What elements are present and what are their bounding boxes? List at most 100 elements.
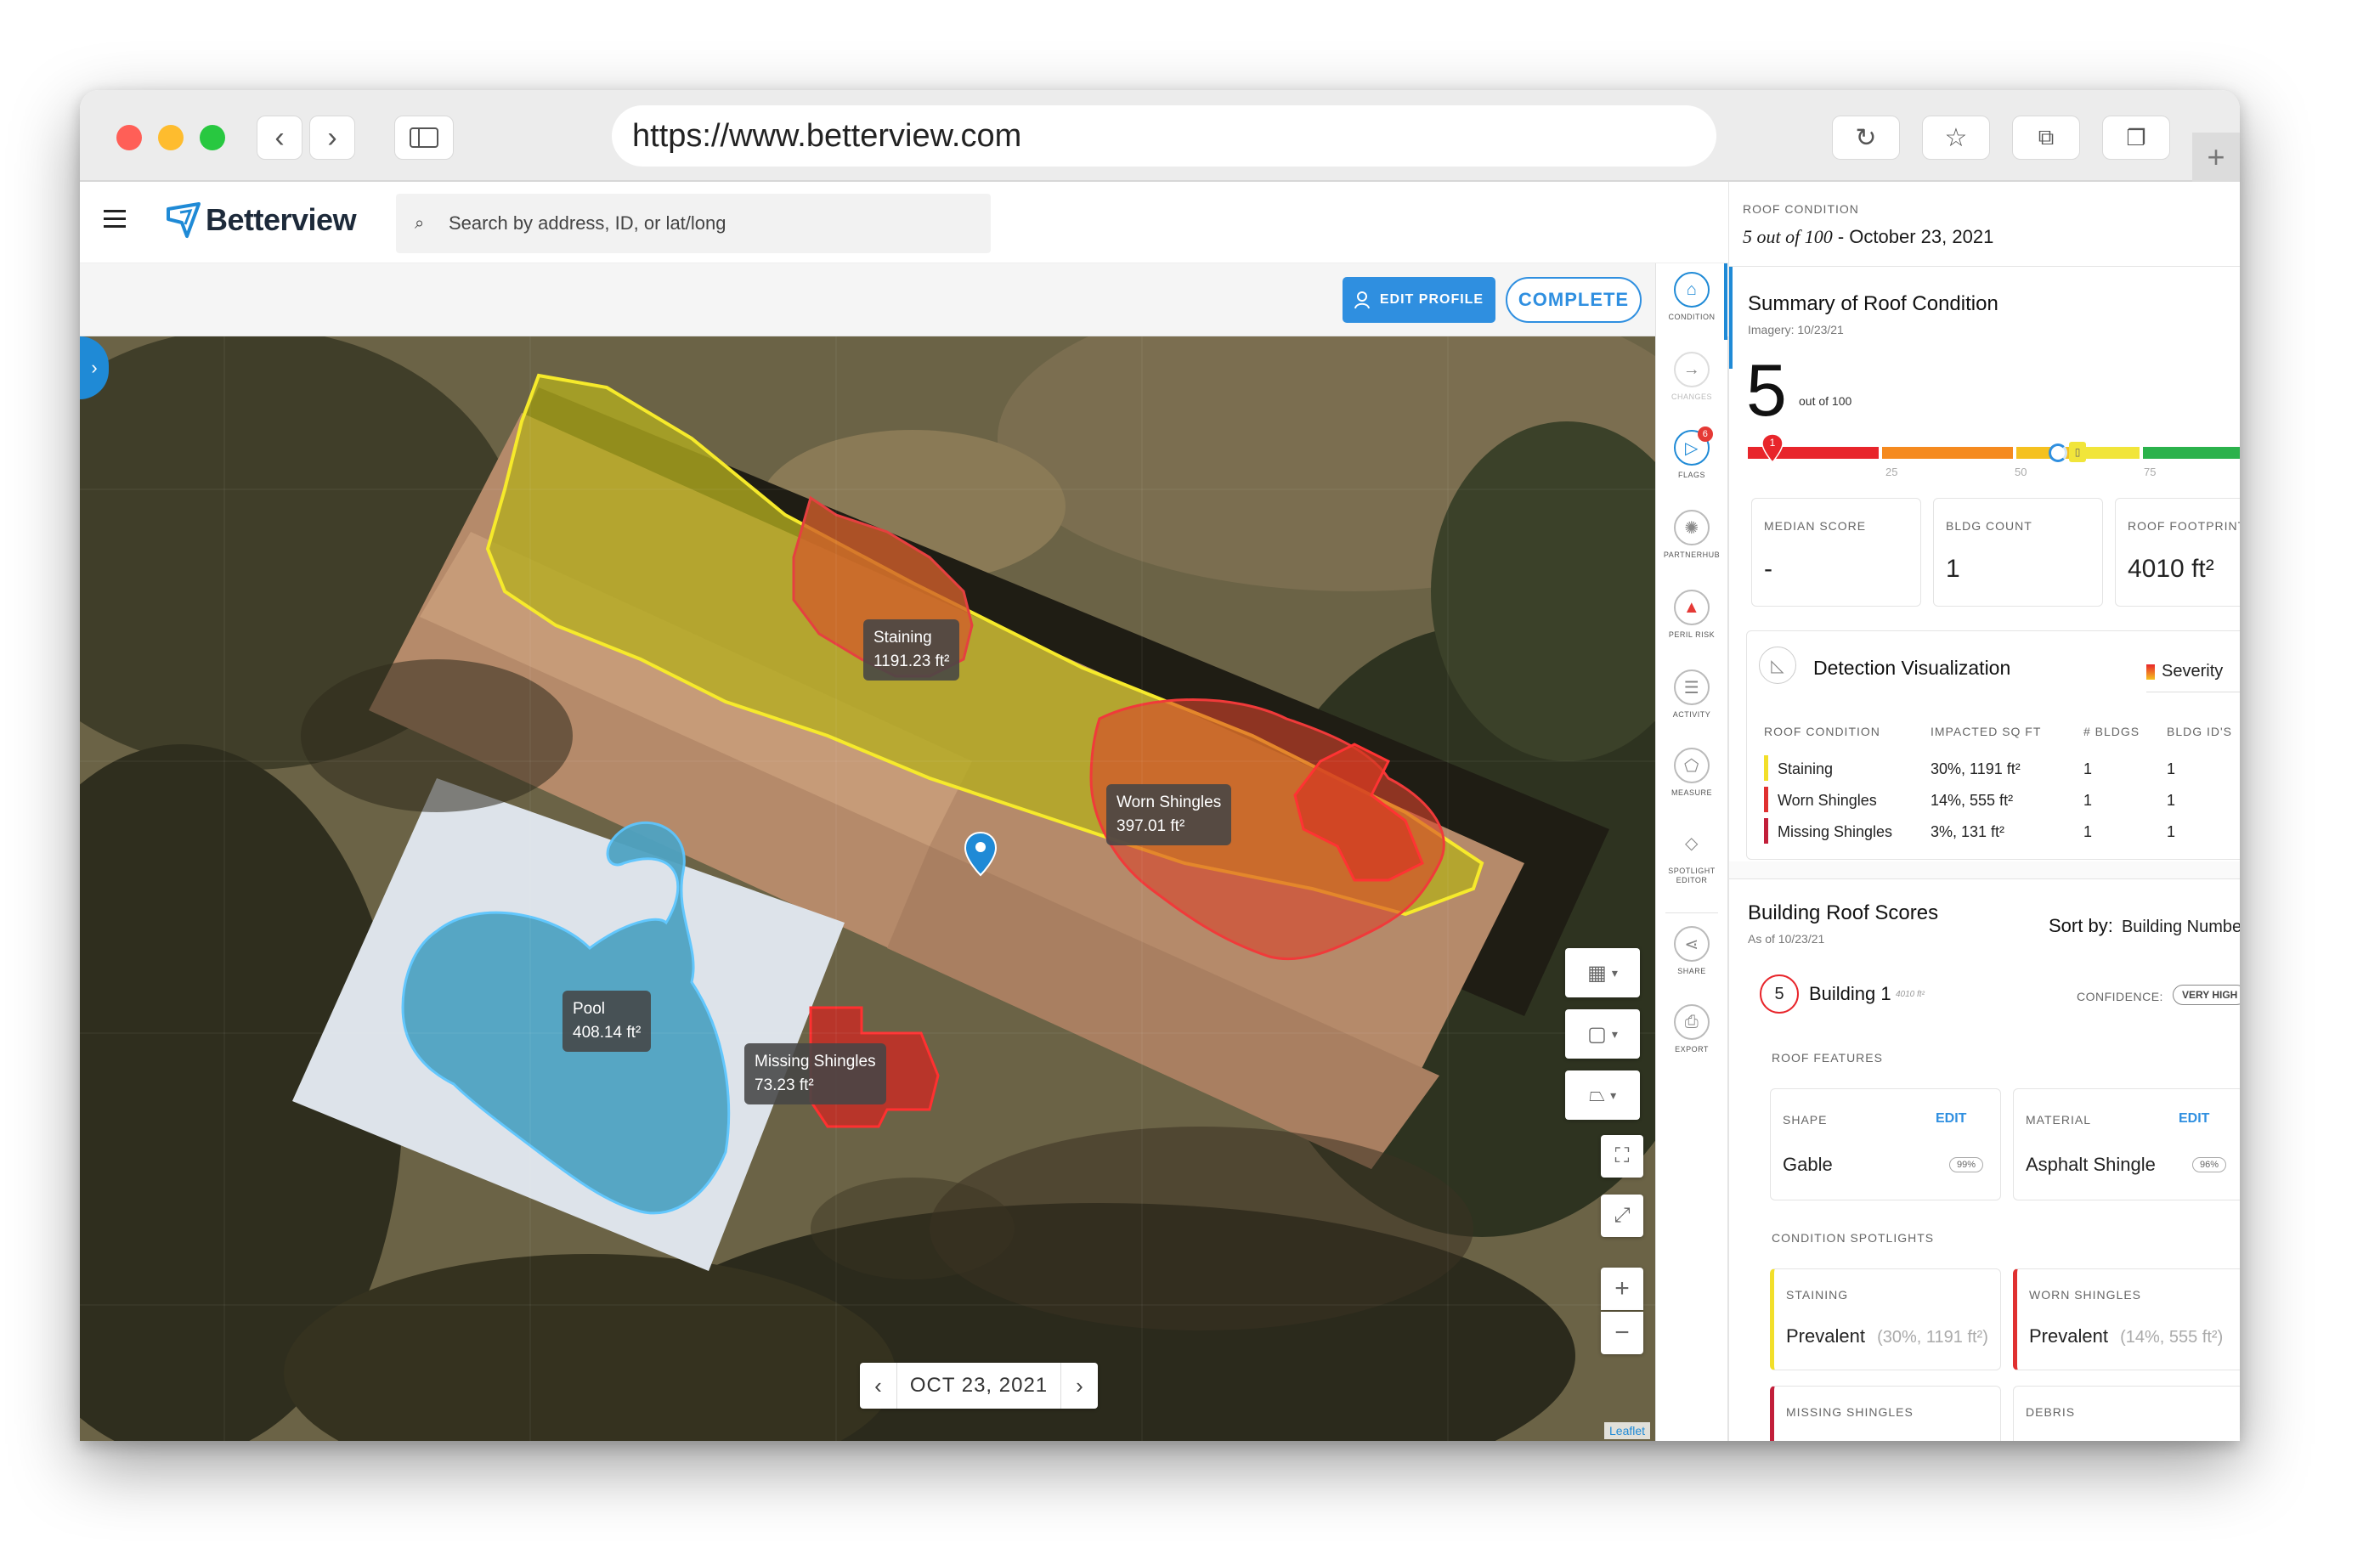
spotlight-staining[interactable]: STAINING Prevalent (30%, 1191 ft²) xyxy=(1770,1268,2001,1370)
stat-bldg-count: BLDG COUNT 1 xyxy=(1933,498,2103,607)
rail-peril-risk[interactable]: ▲ PERIL RISK xyxy=(1655,590,1728,639)
user-edit-icon xyxy=(1354,291,1370,309)
detection-row-staining[interactable]: Staining 30%, 1191 ft² 1 1 xyxy=(1764,755,2240,782)
minimize-window-button[interactable] xyxy=(158,125,184,150)
rail-flags[interactable]: ▷ 6 FLAGS xyxy=(1655,426,1728,479)
building-score-badge: 5 xyxy=(1760,974,1799,1014)
fullscreen-button[interactable]: ⤢ xyxy=(1601,1195,1643,1237)
reload-button[interactable]: ↻ xyxy=(1832,116,1900,160)
roof-score: 5 xyxy=(1746,350,1787,432)
panel-header-label: ROOF CONDITION xyxy=(1743,202,1859,216)
annotation-staining[interactable]: Staining 1191.23 ft² xyxy=(863,619,960,681)
row-impacted: 3%, 131 ft² xyxy=(1931,823,2005,840)
forward-button[interactable]: › xyxy=(309,116,355,160)
tool-rail-items: ⌂ CONDITION → CHANGES ▷ 6 FLAGS ✺ PARTNERHUB … xyxy=(1655,263,1728,1441)
annotation-pool[interactable]: Pool 408.14 ft² xyxy=(562,991,652,1052)
header-score: 5 out of 100 xyxy=(1743,226,1833,247)
chevron-right-icon: › xyxy=(327,121,337,154)
aerial-map[interactable]: › Staining 1191.23 ft² Worn Shingles 397… xyxy=(80,336,1655,1441)
menu-button[interactable] xyxy=(104,207,127,235)
feature-card-material: MATERIAL EDIT Asphalt Shingle 96% xyxy=(2013,1088,2240,1200)
feature-confidence: 96% xyxy=(2192,1157,2227,1172)
spotlights-title: CONDITION SPOTLIGHTS xyxy=(1772,1231,1935,1245)
severity-legend[interactable]: Severity xyxy=(2146,652,2240,692)
rail-activity[interactable]: ☰ ACTIVITY xyxy=(1655,669,1728,719)
feature-label: SHAPE xyxy=(1783,1113,1828,1127)
building-scores-title: Building Roof Scores xyxy=(1748,901,1939,924)
building-marker-icon: ▯ xyxy=(2069,442,2086,462)
detection-row-missing-shingles[interactable]: Missing Shingles 3%, 131 ft² 1 1 xyxy=(1764,818,2240,845)
sidebar-toggle-button[interactable] xyxy=(394,116,454,160)
score-suffix: out of 100 xyxy=(1799,394,1852,408)
rail-changes[interactable]: → CHANGES xyxy=(1655,352,1728,401)
imagery-date: Imagery: 10/23/21 xyxy=(1748,323,1844,336)
imagery-toggle-button[interactable]: ▢ ▾ xyxy=(1565,1009,1640,1059)
zoom-in-button[interactable]: + xyxy=(1601,1268,1643,1310)
col-header: # BLDGS xyxy=(2083,725,2140,738)
rail-label: PARTNERHUB xyxy=(1663,551,1721,559)
feature-value: Gable xyxy=(1783,1154,1833,1175)
maximize-window-button[interactable] xyxy=(200,125,225,150)
zoom-out-button[interactable]: − xyxy=(1601,1312,1643,1354)
close-window-button[interactable] xyxy=(116,125,142,150)
search-icon: ⌕ xyxy=(415,214,425,233)
spotlight-debris[interactable]: DEBRIS xyxy=(2013,1386,2240,1441)
annotation-label: Missing Shingles xyxy=(755,1053,876,1070)
spotlight-detail: (14%, 555 ft²) xyxy=(2120,1328,2224,1347)
feature-label: MATERIAL xyxy=(2026,1113,2091,1127)
sort-label: Sort by: xyxy=(2049,915,2113,936)
spotlight-worn-shingles[interactable]: WORN SHINGLES Prevalent (14%, 555 ft²) xyxy=(2013,1268,2240,1370)
spotlight-label: DEBRIS xyxy=(2026,1405,2076,1419)
map-attribution[interactable]: Leaflet xyxy=(1604,1422,1651,1439)
rail-partnerhub[interactable]: ✺ PARTNERHUB xyxy=(1655,510,1728,559)
annotation-area: 73.23 ft² xyxy=(755,1076,814,1094)
spotlight-status: Prevalent xyxy=(1786,1325,1865,1347)
row-condition: Missing Shingles xyxy=(1778,823,1893,840)
chevron-left-icon: ‹ xyxy=(874,1372,882,1398)
rail-export[interactable]: ⎙ EXPORT xyxy=(1655,1004,1728,1053)
tabs-button[interactable]: ❐ xyxy=(2102,116,2170,160)
back-button[interactable]: ‹ xyxy=(257,116,302,160)
edit-profile-button[interactable]: EDIT PROFILE xyxy=(1343,277,1495,323)
edit-shape-button[interactable]: EDIT xyxy=(1936,1111,1966,1127)
bookmark-button[interactable]: ☆ xyxy=(1922,116,1990,160)
annotation-area: 408.14 ft² xyxy=(573,1024,642,1042)
location-pin-icon[interactable] xyxy=(964,831,998,878)
score-marker-label: 1 xyxy=(1769,437,1776,449)
sort-control[interactable]: Sort by: Building Number xyxy=(2049,915,2240,937)
draw-shape-button[interactable]: ⏢ ▾ xyxy=(1565,1070,1640,1120)
edit-material-button[interactable]: EDIT xyxy=(2179,1111,2209,1127)
chevron-down-icon: ▾ xyxy=(1611,1026,1618,1041)
complete-button[interactable]: COMPLETE xyxy=(1506,277,1642,323)
annotation-label: Staining xyxy=(873,629,932,647)
rail-condition[interactable]: ⌂ CONDITION xyxy=(1655,272,1728,321)
layer-toggle-button[interactable]: ▦ ▾ xyxy=(1565,948,1640,997)
new-tab-button[interactable]: + xyxy=(2192,133,2240,182)
spotlight-value: Prevalent (30%, 1191 ft²) xyxy=(1786,1325,1988,1347)
house-icon: ⌂ xyxy=(1674,272,1710,308)
header-date: October 23, 2021 xyxy=(1849,226,1994,247)
previous-date-button[interactable]: ‹ xyxy=(860,1363,897,1409)
fullscreen-icon: ⤢ xyxy=(1614,1204,1631,1227)
severity-label: Severity xyxy=(2162,662,2224,681)
share-page-button[interactable]: ⧉ xyxy=(2012,116,2080,160)
url-bar[interactable]: https://www.betterview.com xyxy=(612,105,1716,167)
rail-share[interactable]: ⋖ SHARE xyxy=(1655,926,1728,975)
next-date-button[interactable]: › xyxy=(1060,1363,1098,1409)
annotation-worn-shingles[interactable]: Worn Shingles 397.01 ft² xyxy=(1106,784,1232,845)
rail-spotlight-editor[interactable]: ◇ SPOTLIGHT EDITOR xyxy=(1655,826,1728,885)
score-tick: 25 xyxy=(1885,466,1898,478)
stat-label: BLDG COUNT xyxy=(1946,519,2032,533)
brand-logo[interactable]: Betterview xyxy=(165,201,357,240)
search-input[interactable]: ⌕ Search by address, ID, or lat/long xyxy=(396,194,991,253)
building-name[interactable]: Building 1 xyxy=(1809,983,1891,1005)
tabs-icon: ❐ xyxy=(2126,124,2146,150)
spotlight-missing-shingles[interactable]: MISSING SHINGLES xyxy=(1770,1386,2001,1441)
annotation-missing-shingles[interactable]: Missing Shingles 73.23 ft² xyxy=(744,1043,886,1104)
detection-row-worn-shingles[interactable]: Worn Shingles 14%, 555 ft² 1 1 xyxy=(1764,787,2240,814)
rail-measure[interactable]: ⬠ MEASURE xyxy=(1655,748,1728,797)
rail-label: SPOTLIGHT EDITOR xyxy=(1668,867,1716,884)
annotation-area: 397.01 ft² xyxy=(1117,817,1185,835)
annotation-label: Worn Shingles xyxy=(1117,794,1222,811)
crop-button[interactable]: ⛶ xyxy=(1601,1135,1643,1178)
